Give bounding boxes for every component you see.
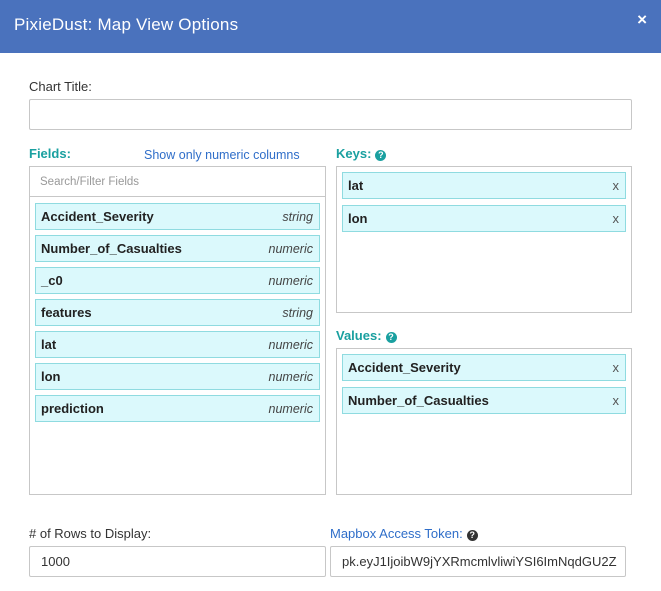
remove-value-button[interactable]: x bbox=[613, 393, 620, 408]
remove-value-button[interactable]: x bbox=[613, 360, 620, 375]
field-item-accident-severity[interactable]: Accident_Severity string bbox=[35, 203, 320, 230]
rows-label: # of Rows to Display: bbox=[29, 526, 152, 541]
question-circle-icon[interactable]: ? bbox=[466, 530, 478, 541]
rows-input[interactable]: 1000 bbox=[29, 546, 326, 577]
mapbox-token-label-text: Mapbox Access Token: bbox=[330, 526, 463, 541]
field-type: numeric bbox=[268, 369, 313, 384]
field-item-prediction[interactable]: prediction numeric bbox=[35, 395, 320, 422]
key-name: lat bbox=[348, 178, 364, 193]
field-type: string bbox=[282, 305, 313, 320]
remove-key-button[interactable]: x bbox=[613, 178, 620, 193]
field-name: lat bbox=[41, 337, 57, 352]
field-name: lon bbox=[41, 369, 61, 384]
value-name: Accident_Severity bbox=[348, 360, 461, 375]
chart-title-input[interactable] bbox=[29, 99, 632, 130]
field-name: features bbox=[41, 305, 92, 320]
field-type: numeric bbox=[268, 401, 313, 416]
fields-label: Fields: bbox=[29, 146, 71, 161]
field-type: numeric bbox=[268, 273, 313, 288]
field-type: numeric bbox=[268, 241, 313, 256]
key-item-lat[interactable]: lat x bbox=[342, 172, 626, 199]
value-item-accident-severity[interactable]: Accident_Severity x bbox=[342, 354, 626, 381]
field-item-lat[interactable]: lat numeric bbox=[35, 331, 320, 358]
value-item-number-of-casualties[interactable]: Number_of_Casualties x bbox=[342, 387, 626, 414]
key-name: lon bbox=[348, 211, 368, 226]
field-item-features[interactable]: features string bbox=[35, 299, 320, 326]
value-name: Number_of_Casualties bbox=[348, 393, 489, 408]
close-icon[interactable]: × bbox=[637, 10, 647, 30]
values-label-text: Values: bbox=[336, 328, 382, 343]
field-filter-input[interactable]: Search/Filter Fields bbox=[29, 166, 326, 197]
field-type: numeric bbox=[268, 337, 313, 352]
keys-label-text: Keys: bbox=[336, 146, 372, 161]
question-circle-icon[interactable]: ? bbox=[375, 150, 387, 161]
field-name: _c0 bbox=[41, 273, 63, 288]
dialog-title: PixieDust: Map View Options bbox=[14, 15, 239, 34]
field-name: Number_of_Casualties bbox=[41, 241, 182, 256]
field-item-c0[interactable]: _c0 numeric bbox=[35, 267, 320, 294]
field-type: string bbox=[282, 209, 313, 224]
keys-label: Keys:? bbox=[336, 146, 387, 161]
remove-key-button[interactable]: x bbox=[613, 211, 620, 226]
mapbox-token-label: Mapbox Access Token:? bbox=[330, 526, 478, 541]
field-item-number-of-casualties[interactable]: Number_of_Casualties numeric bbox=[35, 235, 320, 262]
field-name: prediction bbox=[41, 401, 104, 416]
question-circle-icon[interactable]: ? bbox=[385, 332, 397, 343]
field-item-lon[interactable]: lon numeric bbox=[35, 363, 320, 390]
chart-title-label: Chart Title: bbox=[29, 79, 92, 94]
mapbox-token-input[interactable]: pk.eyJ1IjoibW9jYXRmcmlvliwiYSI6ImNqdGU2Z bbox=[330, 546, 626, 577]
show-numeric-columns-link[interactable]: Show only numeric columns bbox=[144, 148, 300, 162]
values-label: Values:? bbox=[336, 328, 397, 343]
dialog-header: PixieDust: Map View Options × bbox=[0, 0, 661, 53]
field-name: Accident_Severity bbox=[41, 209, 154, 224]
key-item-lon[interactable]: lon x bbox=[342, 205, 626, 232]
